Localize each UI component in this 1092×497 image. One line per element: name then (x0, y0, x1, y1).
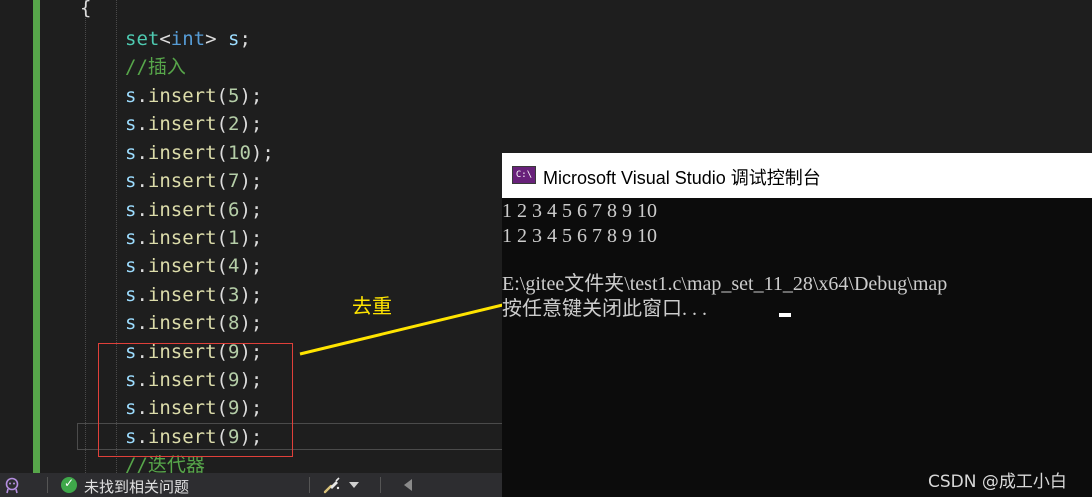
console-output-line: 1 2 3 4 5 6 7 8 9 10 (502, 225, 657, 247)
console-prompt-line: 按任意键关闭此窗口. . . (502, 298, 707, 320)
status-bar: ✓ 未找到相关问题 (0, 473, 502, 497)
check-circle-icon[interactable]: ✓ (61, 476, 77, 493)
status-separator (309, 477, 310, 493)
status-separator (380, 477, 381, 493)
debug-console-window[interactable]: C:\ Microsoft Visual Studio 调试控制台 1 2 3 … (502, 153, 1092, 497)
console-output-line: 1 2 3 4 5 6 7 8 9 10 (502, 200, 657, 222)
brush-icon[interactable] (322, 476, 342, 494)
scroll-left-icon[interactable] (404, 479, 412, 491)
copilot-icon[interactable] (3, 476, 21, 494)
console-cursor (779, 313, 791, 317)
status-separator (47, 477, 48, 493)
status-issues-text[interactable]: 未找到相关问题 (84, 476, 189, 497)
console-titlebar[interactable]: C:\ Microsoft Visual Studio 调试控制台 (502, 153, 1092, 198)
console-app-icon: C:\ (512, 166, 536, 184)
watermark: CSDN @成工小白 (928, 472, 1067, 492)
console-title: Microsoft Visual Studio 调试控制台 (543, 168, 821, 188)
chevron-down-icon[interactable] (349, 482, 359, 488)
console-path-line: E:\gitee文件夹\test1.c\map_set_11_28\x64\De… (502, 273, 948, 295)
